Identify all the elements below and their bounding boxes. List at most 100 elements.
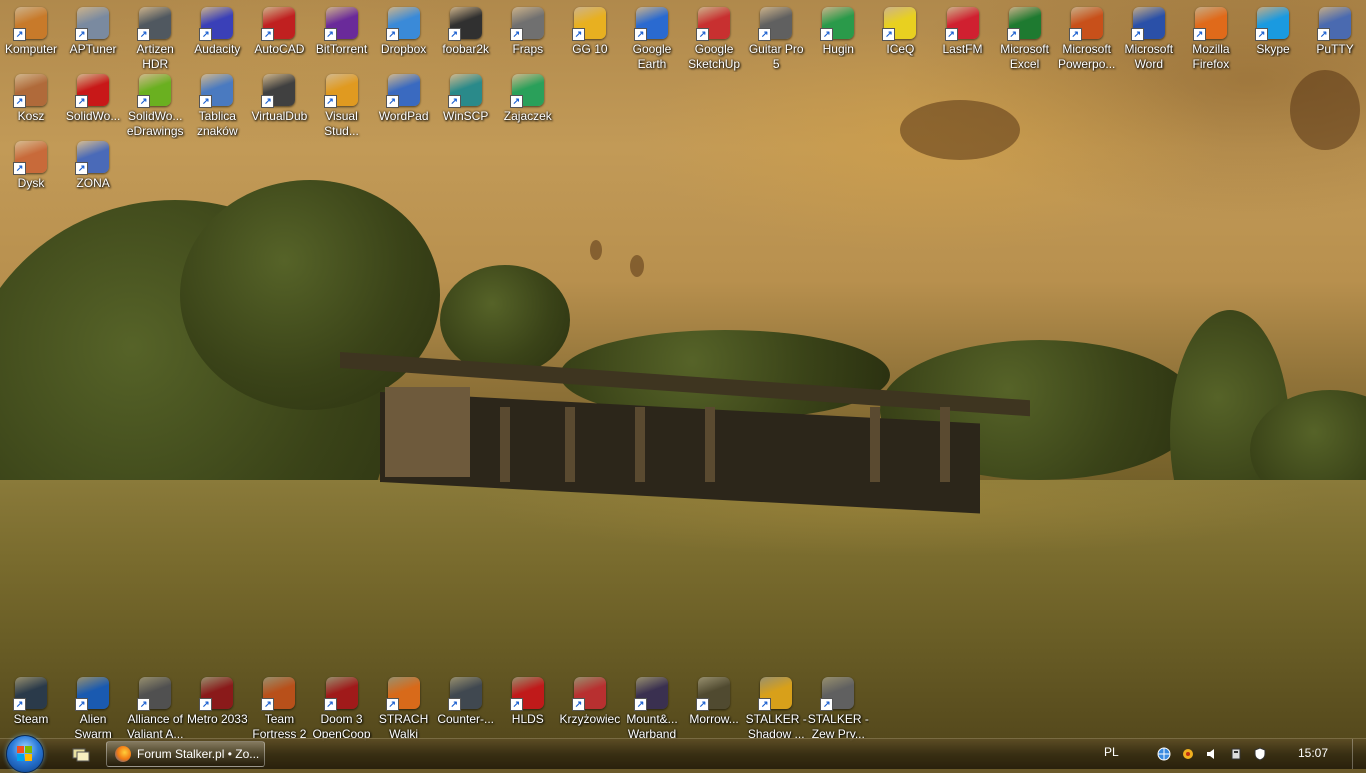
desktop-shortcut[interactable]: ↗ STALKER - Zew Pry...	[807, 675, 869, 742]
desktop-shortcut[interactable]: ↗ Morrow...	[683, 675, 745, 727]
desktop-shortcut-label: WordPad	[378, 109, 429, 123]
show-desktop-button[interactable]	[1352, 739, 1366, 769]
desktop-shortcut[interactable]: ↗ ZONA	[62, 139, 124, 191]
desktop-shortcut-label: Mozilla Firefox	[1192, 42, 1230, 71]
shield-icon[interactable]	[1253, 747, 1267, 761]
desktop-shortcut[interactable]: ↗ Audacity	[186, 5, 248, 57]
desktop-shortcut[interactable]: ↗ APTuner	[62, 5, 124, 57]
shortcut-arrow-icon: ↗	[75, 162, 89, 175]
shortcut-arrow-icon: ↗	[944, 28, 958, 41]
desktop-shortcut-label: Google SketchUp	[688, 42, 741, 71]
desktop-shortcut[interactable]: ↗ Microsoft Word	[1118, 5, 1180, 72]
foobar2k-icon: ↗	[447, 7, 482, 41]
desktop-shortcut[interactable]: ↗ Alien Swarm	[62, 675, 124, 742]
desktop-shortcut[interactable]: ↗ Team Fortress 2	[248, 675, 310, 742]
taskbar-window-button[interactable]: Forum Stalker.pl • Zo...	[106, 741, 265, 767]
autocad-icon: ↗	[261, 7, 296, 41]
shortcut-arrow-icon: ↗	[447, 95, 461, 108]
shortcut-arrow-icon: ↗	[1317, 28, 1331, 41]
desktop-shortcut[interactable]: ↗ LastFM	[932, 5, 994, 57]
firefox-icon	[115, 746, 131, 762]
virtualdub-icon: ↗	[261, 74, 296, 108]
shortcut-arrow-icon: ↗	[323, 28, 337, 41]
shortcut-arrow-icon: ↗	[634, 28, 647, 41]
desktop-shortcut-label: Metro 2033	[186, 712, 248, 726]
desktop-shortcut[interactable]: ↗ Skype	[1242, 5, 1304, 57]
shortcut-arrow-icon: ↗	[261, 28, 275, 41]
hlds-icon: ↗	[509, 677, 544, 711]
desktop-shortcut[interactable]: ↗ Hugin	[807, 5, 869, 57]
desktop-shortcut[interactable]: ↗ Kosz	[0, 72, 62, 124]
desktop-shortcut[interactable]: ↗ Counter-...	[435, 675, 497, 727]
sketchup-icon: ↗	[696, 7, 731, 41]
desktop-shortcut[interactable]: ↗ Alliance of Valiant A...	[124, 675, 186, 742]
excel-icon: ↗	[1006, 7, 1041, 41]
desktop-shortcut[interactable]: ↗ ICeQ	[869, 5, 931, 57]
gg-status-icon[interactable]	[1181, 747, 1195, 761]
desktop-shortcut-label: Visual Stud...	[324, 109, 359, 138]
shortcut-arrow-icon: ↗	[137, 698, 151, 711]
krzyzowiec-icon: ↗	[571, 677, 606, 711]
desktop-shortcut[interactable]: ↗ Microsoft Powerpo...	[1056, 5, 1118, 72]
desktop-shortcut[interactable]: ↗ Tablica znaków	[186, 72, 248, 139]
desktop-shortcut[interactable]: ↗ Mount&... Warband	[621, 675, 683, 742]
shortcut-arrow-icon: ↗	[758, 698, 772, 711]
desktop-shortcut[interactable]: ↗ Google Earth	[621, 5, 683, 72]
desktop-shortcut[interactable]: ↗ VirtualDub	[248, 72, 310, 124]
desktop-shortcut[interactable]: ↗ Komputer	[0, 5, 62, 57]
shortcut-arrow-icon: ↗	[696, 28, 710, 41]
solidworks-icon: ↗	[75, 74, 110, 108]
safely-remove-icon[interactable]	[1229, 747, 1243, 761]
desktop-shortcut[interactable]: ↗ BitTorrent	[311, 5, 373, 57]
desktop-shortcut[interactable]: ↗ PuTTY	[1304, 5, 1366, 57]
desktop-shortcut[interactable]: ↗ WordPad	[373, 72, 435, 124]
desktop-shortcut[interactable]: ↗ HLDS	[497, 675, 559, 727]
computer-icon: ↗	[13, 7, 47, 41]
clock[interactable]: 15:07	[1298, 746, 1328, 760]
shortcut-arrow-icon: ↗	[509, 698, 523, 711]
desktop-shortcut[interactable]: ↗ Dysk	[0, 139, 62, 191]
desktop-shortcut[interactable]: ↗ WinSCP	[435, 72, 497, 124]
shortcut-arrow-icon: ↗	[385, 28, 399, 41]
wallpaper-stain	[590, 240, 602, 260]
visual-studio-icon: ↗	[323, 74, 358, 108]
desktop-shortcut[interactable]: ↗ foobar2k	[435, 5, 497, 57]
desktop-shortcut[interactable]: ↗ AutoCAD	[248, 5, 310, 57]
desktop-shortcut[interactable]: ↗ Metro 2033	[186, 675, 248, 727]
network-globe-icon[interactable]	[1157, 747, 1171, 761]
desktop-shortcut[interactable]: ↗ Krzyżowiec	[559, 675, 621, 727]
desktop-shortcut[interactable]: ↗ GG 10	[559, 5, 621, 57]
windows-start-icon[interactable]	[6, 735, 44, 773]
desktop-shortcut-label: VirtualDub	[251, 109, 308, 123]
shortcut-arrow-icon: ↗	[385, 95, 399, 108]
language-indicator[interactable]: PL	[1104, 745, 1119, 759]
bittorrent-icon: ↗	[323, 7, 358, 41]
desktop-shortcut[interactable]: ↗ Dropbox	[373, 5, 435, 57]
desktop-shortcut[interactable]: ↗ Visual Stud...	[311, 72, 373, 139]
desktop-shortcut[interactable]: ↗ Zajaczek	[497, 72, 559, 124]
volume-icon[interactable]	[1205, 747, 1219, 761]
desktop-shortcut-label: Komputer	[4, 42, 58, 56]
word-icon: ↗	[1130, 7, 1165, 41]
shortcut-arrow-icon: ↗	[509, 28, 523, 41]
shortcut-arrow-icon: ↗	[199, 698, 213, 711]
desktop-shortcut[interactable]: ↗ SolidWo... eDrawings	[124, 72, 186, 139]
steam-icon: ↗	[13, 677, 47, 711]
desktop-shortcut[interactable]: ↗ STALKER - Shadow ...	[745, 675, 807, 742]
desktop-shortcut[interactable]: ↗ Microsoft Excel	[994, 5, 1056, 72]
audacity-icon: ↗	[199, 7, 234, 41]
desktop-shortcut[interactable]: ↗ Fraps	[497, 5, 559, 57]
metro-2033-icon: ↗	[199, 677, 234, 711]
show-desktop-icon[interactable]	[72, 746, 90, 762]
shortcut-arrow-icon: ↗	[820, 698, 834, 711]
desktop-shortcut[interactable]: ↗ SolidWo...	[62, 72, 124, 124]
desktop-shortcut[interactable]: ↗ Guitar Pro 5	[745, 5, 807, 72]
desktop-shortcut[interactable]: ↗ Mozilla Firefox	[1180, 5, 1242, 72]
desktop-shortcut-label: Kosz	[17, 109, 45, 123]
desktop-shortcut[interactable]: ↗ Artizen HDR	[124, 5, 186, 72]
desktop-shortcut[interactable]: ↗ STRACH Walki	[373, 675, 435, 742]
desktop-shortcut[interactable]: ↗ Steam	[0, 675, 62, 727]
desktop-shortcut[interactable]: ↗ Google SketchUp	[683, 5, 745, 72]
morrowind-icon: ↗	[696, 677, 731, 711]
desktop-shortcut[interactable]: ↗ Doom 3 OpenCoop	[311, 675, 373, 742]
